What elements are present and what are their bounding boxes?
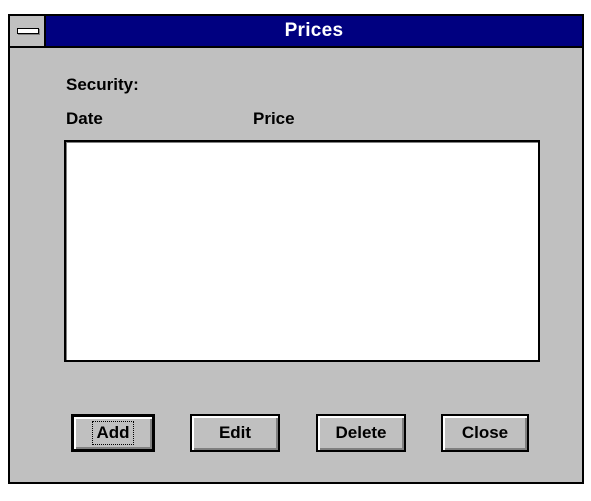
date-column-label: Date [66,109,103,128]
system-menu-button[interactable] [10,16,46,46]
close-button-label: Close [461,423,509,442]
edit-button-label: Edit [218,423,252,442]
delete-button[interactable]: Delete [316,414,406,452]
add-button-label: Add [92,421,134,445]
title-bar[interactable]: Prices [10,16,582,48]
delete-button-label: Delete [335,423,387,442]
prices-list[interactable] [64,140,540,362]
window-title: Prices [284,20,344,41]
screen: Prices Security: Date Price Add Edit Del… [0,0,591,501]
system-menu-icon [17,28,39,34]
price-column-label: Price [253,109,295,128]
prices-dialog: Prices Security: Date Price Add Edit Del… [8,14,584,484]
edit-button[interactable]: Edit [190,414,280,452]
close-button[interactable]: Close [441,414,529,452]
security-label: Security: [66,75,139,94]
add-button[interactable]: Add [71,414,155,452]
